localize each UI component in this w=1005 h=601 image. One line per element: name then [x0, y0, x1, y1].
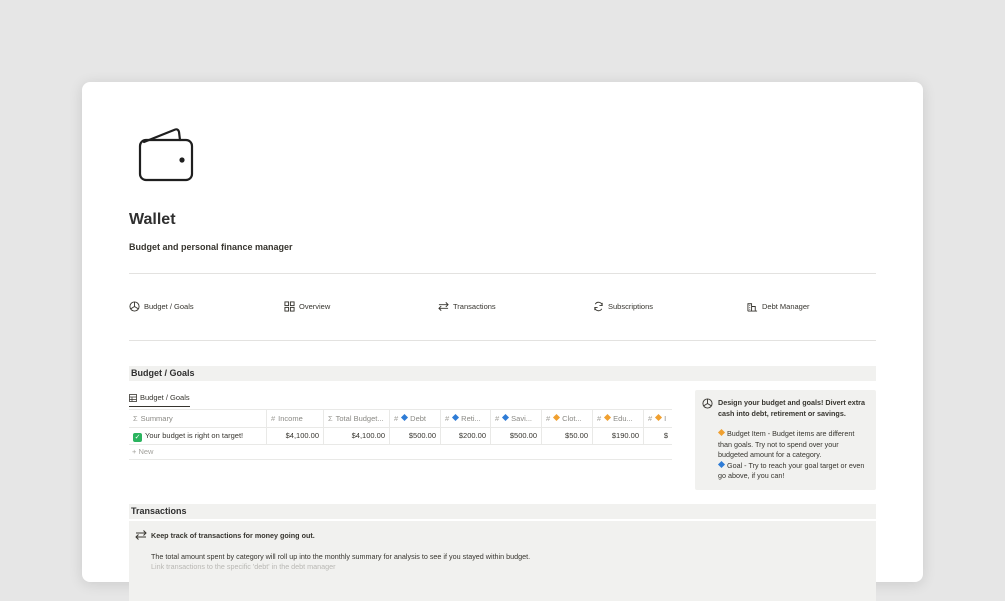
- nav-link-budget-goals[interactable]: Budget / Goals: [129, 301, 194, 312]
- blue-diamond-icon: [502, 413, 510, 422]
- section-header-transactions: Transactions: [129, 504, 876, 519]
- callout-text: Design your budget and goals! Divert ext…: [717, 398, 868, 482]
- callout-title: Keep track of transactions for money goi…: [151, 531, 315, 540]
- orange-diamond-icon: [655, 413, 663, 422]
- column-header-total-budget[interactable]: Σ Total Budget...: [324, 410, 390, 427]
- partial-cell[interactable]: $: [644, 427, 672, 444]
- column-header-retirement[interactable]: # Reti...: [441, 410, 491, 427]
- view-tab-budget-goals[interactable]: Budget / Goals: [129, 393, 190, 407]
- blue-diamond-icon: [452, 413, 460, 422]
- wallet-icon: [138, 128, 194, 182]
- orange-diamond-icon: [604, 413, 612, 422]
- summary-cell[interactable]: ✓ Your budget is right on target!: [129, 427, 267, 444]
- nav-link-subscriptions[interactable]: Subscriptions: [593, 301, 653, 312]
- table-icon: [129, 393, 137, 402]
- income-cell[interactable]: $4,100.00: [267, 427, 324, 444]
- orange-diamond-icon: [717, 428, 726, 437]
- education-cell[interactable]: $190.00: [593, 427, 644, 444]
- callout-title: Design your budget and goals! Divert ext…: [718, 398, 865, 418]
- page-card: Wallet Budget and personal finance manag…: [82, 82, 923, 601]
- callout-faded-text: Link transactions to the specific 'debt'…: [151, 562, 336, 571]
- blue-diamond-icon: [401, 413, 409, 422]
- column-header-clothing[interactable]: # Clot...: [542, 410, 593, 427]
- column-header-savings[interactable]: # Savi...: [491, 410, 542, 427]
- grid-icon: [284, 301, 295, 312]
- clothing-cell[interactable]: $50.00: [542, 427, 593, 444]
- section-header-budget-goals: Budget / Goals: [129, 366, 876, 381]
- nav-link-debt-manager[interactable]: Debt Manager: [747, 301, 810, 312]
- debt-cell[interactable]: $500.00: [390, 427, 441, 444]
- table-row[interactable]: ✓ Your budget is right on target! $4,100.…: [129, 427, 672, 444]
- arrows-exchange-icon: [438, 302, 449, 311]
- section-title: Transactions: [131, 506, 187, 516]
- nav-label: Transactions: [453, 302, 496, 311]
- savings-cell[interactable]: $500.00: [491, 427, 542, 444]
- table-bottom-border: [129, 459, 672, 460]
- building-icon: [747, 303, 758, 312]
- table-header-row: Σ Summary # Income Σ Total Budget... # Debt …: [129, 410, 672, 428]
- pie-chart-icon: [702, 398, 713, 409]
- budget-callout: Design your budget and goals! Divert ext…: [695, 390, 876, 490]
- view-tab-label: Budget / Goals: [140, 393, 190, 402]
- arrows-exchange-icon: [135, 530, 147, 540]
- transactions-callout: Keep track of transactions for money goi…: [129, 521, 876, 601]
- total-budget-cell[interactable]: $4,100.00: [324, 427, 390, 444]
- column-header-income[interactable]: # Income: [267, 410, 324, 427]
- nav-label: Subscriptions: [608, 302, 654, 311]
- pie-chart-icon: [129, 301, 140, 312]
- page-subtitle: Budget and personal finance manager: [129, 242, 293, 252]
- callout-item-budget: Budget Item - Budget items are different…: [718, 429, 855, 459]
- page-title: Wallet: [129, 211, 176, 228]
- budget-table: Σ Summary # Income Σ Total Budget... # Debt …: [129, 409, 672, 445]
- column-header-partial[interactable]: # I: [644, 410, 672, 427]
- divider: [129, 340, 876, 341]
- column-header-summary[interactable]: Σ Summary: [129, 410, 267, 427]
- blue-diamond-icon: [717, 460, 726, 468]
- add-new-row-button[interactable]: + New: [132, 447, 153, 456]
- nav-label: Debt Manager: [762, 302, 810, 311]
- column-header-education[interactable]: # Edu...: [593, 410, 644, 427]
- orange-diamond-icon: [553, 413, 561, 422]
- nav-link-transactions[interactable]: Transactions: [438, 301, 496, 312]
- refresh-icon: [594, 301, 603, 312]
- callout-body: The total amount spent by category will …: [151, 552, 531, 561]
- column-header-debt[interactable]: # Debt: [390, 410, 441, 427]
- section-title: Budget / Goals: [131, 368, 195, 378]
- nav-label: Overview: [299, 302, 331, 311]
- retirement-cell[interactable]: $200.00: [441, 427, 491, 444]
- divider: [129, 273, 876, 274]
- check-icon: ✓: [133, 433, 142, 442]
- nav-label: Budget / Goals: [144, 302, 194, 311]
- nav-link-overview[interactable]: Overview: [284, 301, 330, 312]
- callout-item-goal: Goal - Try to reach your goal target or …: [718, 460, 865, 481]
